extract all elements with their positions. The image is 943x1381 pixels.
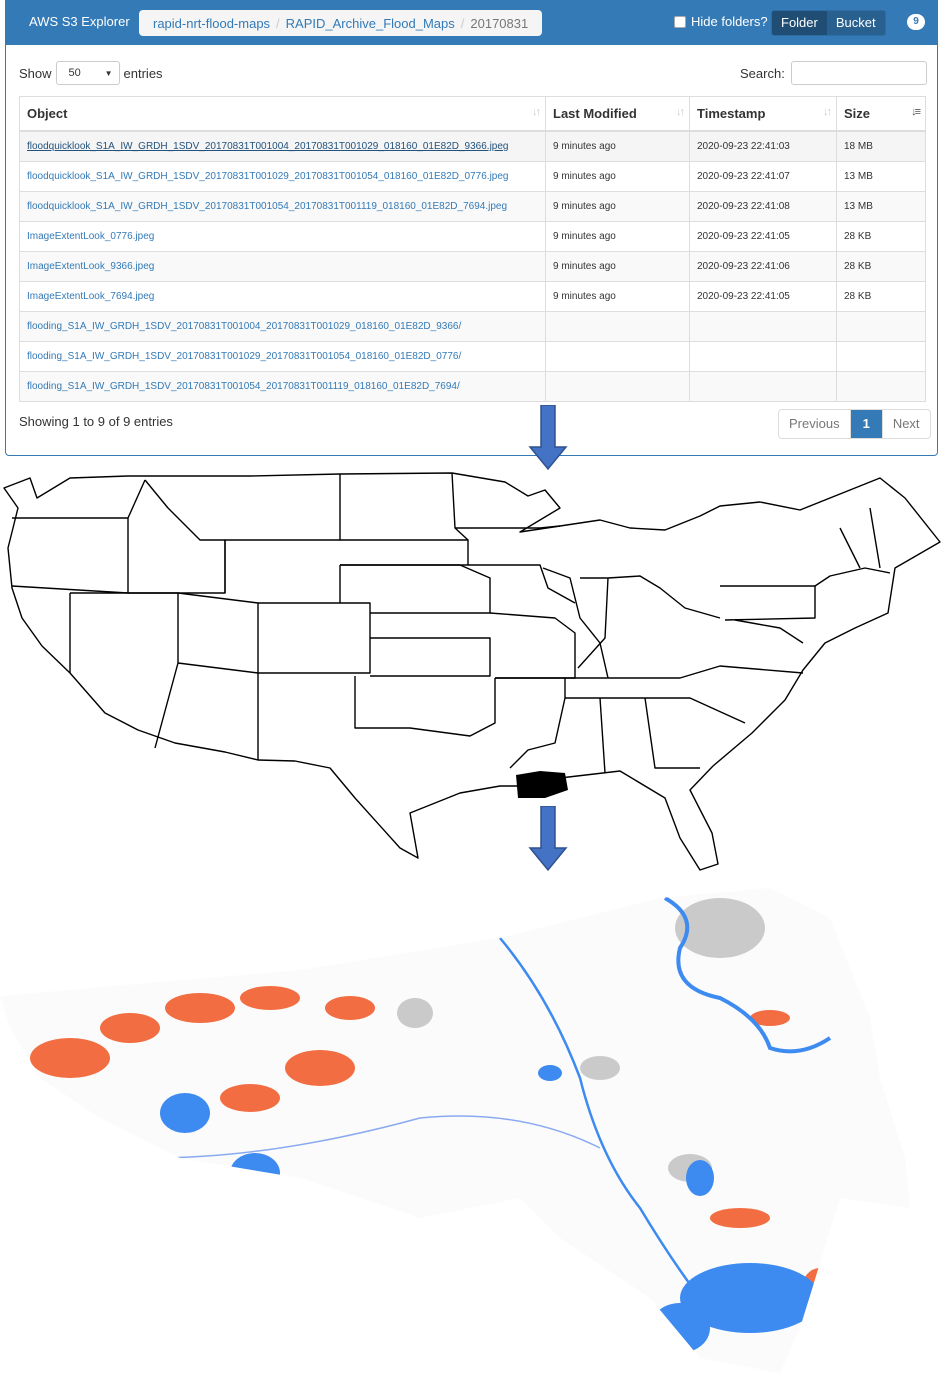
flood-map-image — [0, 888, 910, 1373]
breadcrumb-separator: / — [276, 15, 280, 31]
size-cell — [836, 341, 926, 372]
column-header-size[interactable]: Size ↓≡ — [836, 96, 926, 132]
bucket-button[interactable]: Bucket — [826, 11, 885, 35]
sort-icon: ↓↑ — [676, 106, 685, 118]
timestamp-cell: 2020-09-23 22:41:05 — [689, 221, 837, 252]
search-label: Search: — [740, 65, 785, 81]
down-arrow-icon — [528, 806, 568, 872]
entries-select[interactable]: 50 ▼ — [55, 61, 120, 85]
entries-select-value: 50 — [68, 67, 81, 79]
hide-folders-toggle[interactable]: Hide folders? — [674, 14, 768, 29]
object-count-badge: 9 — [907, 14, 925, 30]
table-row: ImageExtentLook_7694.jpeg 9 minutes ago … — [19, 281, 926, 312]
previous-button[interactable]: Previous — [779, 410, 850, 438]
modified-cell — [545, 341, 690, 372]
size-cell: 18 MB — [836, 130, 926, 162]
search-input[interactable] — [790, 61, 927, 85]
table-header-row: Object ↓↑ Last Modified ↓↑ Timestamp ↓↑ Siz… — [19, 96, 926, 132]
size-cell — [836, 311, 926, 342]
modified-cell: 9 minutes ago — [545, 191, 690, 222]
sort-icon: ↓↑ — [823, 106, 832, 118]
size-cell: 28 KB — [836, 221, 926, 252]
size-cell — [836, 371, 926, 402]
breadcrumb-bucket[interactable]: rapid-nrt-flood-maps — [153, 16, 270, 31]
timestamp-cell — [689, 371, 837, 402]
highlighted-flood-region — [516, 771, 568, 798]
length-control: Show 50 ▼ entries — [19, 61, 163, 85]
table-row: ImageExtentLook_9366.jpeg 9 minutes ago … — [19, 251, 926, 282]
search-control: Search: — [740, 61, 927, 85]
timestamp-cell: 2020-09-23 22:41:08 — [689, 191, 837, 222]
show-label: Show — [19, 65, 52, 81]
table-row: flooding_S1A_IW_GRDH_1SDV_20170831T00105… — [19, 371, 926, 402]
object-link[interactable]: floodquicklook_S1A_IW_GRDH_1SDV_20170831… — [27, 141, 509, 152]
column-header-last-modified[interactable]: Last Modified ↓↑ — [545, 96, 690, 132]
table-row: floodquicklook_S1A_IW_GRDH_1SDV_20170831… — [19, 161, 926, 192]
modified-cell: 9 minutes ago — [545, 130, 690, 162]
column-header-timestamp[interactable]: Timestamp ↓↑ — [689, 96, 837, 132]
folder-button[interactable]: Folder — [772, 11, 827, 35]
breadcrumb-separator: / — [460, 15, 465, 31]
object-link[interactable]: ImageExtentLook_0776.jpeg — [27, 231, 154, 242]
folder-link[interactable]: flooding_S1A_IW_GRDH_1SDV_20170831T00102… — [27, 351, 461, 362]
object-link[interactable]: floodquicklook_S1A_IW_GRDH_1SDV_20170831… — [27, 171, 509, 182]
table-row: flooding_S1A_IW_GRDH_1SDV_20170831T00102… — [19, 341, 926, 372]
timestamp-cell — [689, 311, 837, 342]
object-link[interactable]: ImageExtentLook_9366.jpeg — [27, 261, 154, 272]
folder-link[interactable]: flooding_S1A_IW_GRDH_1SDV_20170831T00105… — [27, 381, 460, 392]
sort-icon: ↓↑ — [532, 106, 541, 118]
objects-table: Object ↓↑ Last Modified ↓↑ Timestamp ↓↑ Siz… — [19, 96, 926, 402]
pagination: Previous 1 Next — [778, 409, 931, 439]
breadcrumb-folder[interactable]: RAPID_Archive_Flood_Maps — [286, 16, 455, 31]
hide-folders-label: Hide folders? — [691, 14, 768, 29]
next-button[interactable]: Next — [881, 410, 930, 438]
caret-down-icon: ▼ — [104, 68, 113, 78]
entries-label: entries — [123, 65, 163, 81]
us-states-map — [3, 472, 941, 871]
modified-cell — [545, 371, 690, 402]
object-link[interactable]: ImageExtentLook_7694.jpeg — [27, 291, 154, 302]
breadcrumb-current: 20170831 — [470, 15, 529, 31]
breadcrumb: rapid-nrt-flood-maps / RAPID_Archive_Flo… — [139, 10, 543, 36]
hide-folders-checkbox[interactable] — [674, 15, 686, 28]
s3-explorer-panel: AWS S3 Explorer rapid-nrt-flood-maps / R… — [5, 0, 938, 456]
timestamp-cell: 2020-09-23 22:41:06 — [689, 251, 837, 282]
sort-desc-icon: ↓≡ — [911, 106, 921, 118]
size-cell: 13 MB — [836, 161, 926, 192]
timestamp-cell — [689, 341, 837, 372]
size-cell: 28 KB — [836, 281, 926, 312]
down-arrow-icon — [528, 405, 568, 471]
timestamp-cell: 2020-09-23 22:41:03 — [689, 130, 837, 162]
timestamp-cell: 2020-09-23 22:41:07 — [689, 161, 837, 192]
navbar: AWS S3 Explorer rapid-nrt-flood-maps / R… — [6, 1, 937, 45]
object-link[interactable]: floodquicklook_S1A_IW_GRDH_1SDV_20170831… — [27, 201, 507, 212]
timestamp-cell: 2020-09-23 22:41:05 — [689, 281, 837, 312]
table-row: ImageExtentLook_0776.jpeg 9 minutes ago … — [19, 221, 926, 252]
modified-cell: 9 minutes ago — [545, 221, 690, 252]
modified-cell — [545, 311, 690, 342]
table-row: floodquicklook_S1A_IW_GRDH_1SDV_20170831… — [19, 130, 926, 162]
table-row: floodquicklook_S1A_IW_GRDH_1SDV_20170831… — [19, 191, 926, 222]
size-cell: 28 KB — [836, 251, 926, 282]
modified-cell: 9 minutes ago — [545, 161, 690, 192]
folder-link[interactable]: flooding_S1A_IW_GRDH_1SDV_20170831T00100… — [27, 321, 461, 332]
flood-extent-layer — [0, 888, 910, 1373]
table-row: flooding_S1A_IW_GRDH_1SDV_20170831T00100… — [19, 311, 926, 342]
size-cell: 13 MB — [836, 191, 926, 222]
modified-cell: 9 minutes ago — [545, 281, 690, 312]
view-mode-group: Folder Bucket — [771, 10, 886, 36]
page-1-button[interactable]: 1 — [849, 410, 882, 438]
modified-cell: 9 minutes ago — [545, 251, 690, 282]
table-info: Showing 1 to 9 of 9 entries — [19, 414, 173, 429]
column-header-object[interactable]: Object ↓↑ — [19, 96, 546, 132]
app-brand[interactable]: AWS S3 Explorer — [29, 14, 130, 29]
